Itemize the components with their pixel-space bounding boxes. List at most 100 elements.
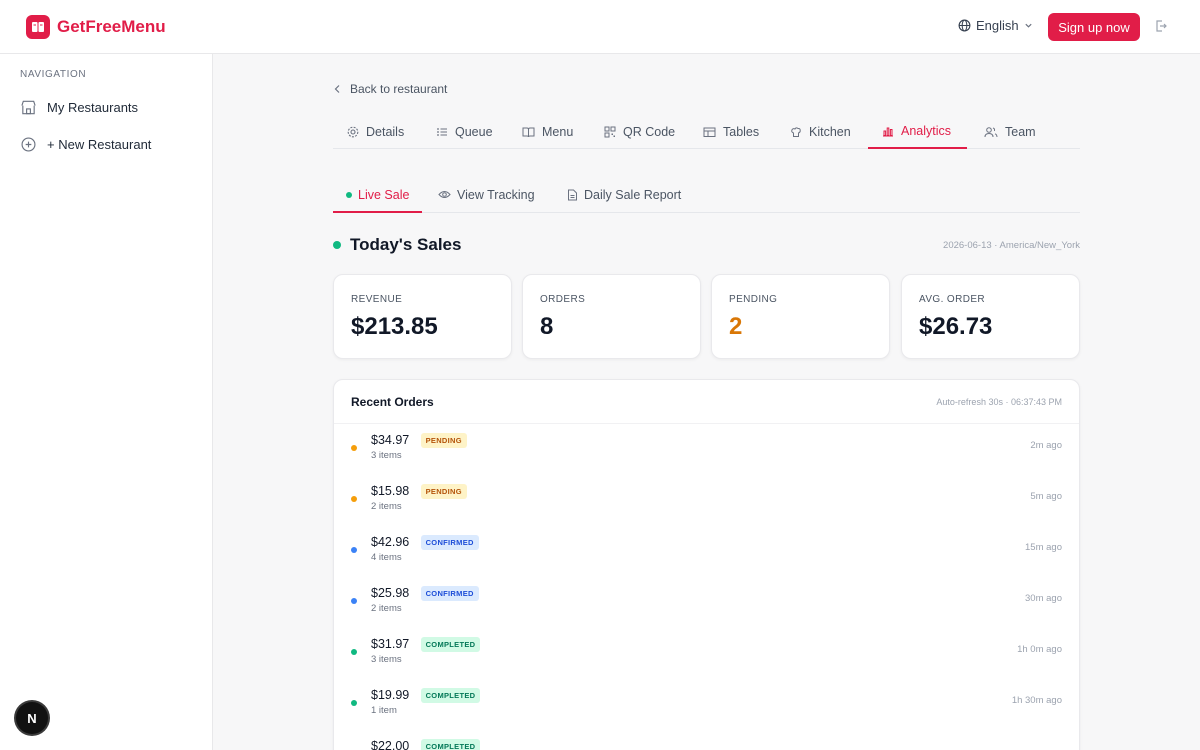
sign-up-button[interactable]: Sign up now (1048, 13, 1140, 41)
order-row[interactable]: $34.97 PENDING 3 items 2m ago (334, 424, 1079, 475)
store-icon (21, 100, 36, 115)
subtab-daily-sale-report[interactable]: Daily Sale Report (567, 176, 681, 213)
chevron-left-icon (334, 85, 340, 93)
table-icon (703, 127, 716, 137)
order-amount: $15.98 (371, 484, 410, 498)
subtab-view-tracking[interactable]: View Tracking (438, 176, 535, 213)
order-status-dot (351, 598, 357, 604)
order-item-count: 2 items (371, 603, 402, 614)
list-icon (437, 127, 447, 136)
order-amount: $31.97 (371, 637, 410, 651)
tab-menu[interactable]: Menu (522, 114, 573, 149)
order-status-badge: COMPLETED (420, 739, 481, 750)
top-bar: GetFreeMenu English Sign up now (0, 0, 1200, 54)
subtab-live-sale[interactable]: Live Sale (333, 176, 422, 213)
order-row[interactable]: $22.00 COMPLETED (334, 730, 1079, 750)
logout-icon[interactable] (1154, 19, 1168, 38)
tab-label: Menu (542, 124, 574, 139)
order-amount: $19.99 (371, 688, 410, 702)
tab-label: Analytics (901, 123, 952, 138)
recent-orders-header: Recent Orders Auto-refresh 30s · 06:37:4… (334, 380, 1079, 424)
stat-value: $213.85 (351, 313, 438, 340)
users-icon (984, 126, 998, 137)
order-row[interactable]: $25.98 CONFIRMED 2 items 30m ago (334, 577, 1079, 628)
order-row[interactable]: $42.96 CONFIRMED 4 items 15m ago (334, 526, 1079, 577)
order-time-ago: 15m ago (1025, 542, 1062, 553)
back-link[interactable]: Back to restaurant (333, 82, 447, 96)
stat-label: REVENUE (351, 294, 403, 305)
tab-label: Team (1005, 124, 1036, 139)
order-status-badge: PENDING (420, 484, 467, 499)
recent-orders-panel: Recent Orders Auto-refresh 30s · 06:37:4… (333, 379, 1080, 750)
order-item-count: 3 items (371, 654, 402, 665)
tab-label: Tables (723, 124, 760, 139)
subtab-label: Daily Sale Report (584, 187, 682, 202)
back-label: Back to restaurant (350, 82, 448, 96)
order-status-dot (351, 649, 357, 655)
order-amount: $22.00 (371, 739, 410, 750)
tab-kitchen[interactable]: Kitchen (790, 114, 851, 149)
order-status-dot (351, 445, 357, 451)
order-time-ago: 2m ago (1030, 440, 1062, 451)
nav-heading: NAVIGATION (20, 69, 87, 80)
bar-chart-icon (883, 127, 893, 136)
tab-label: Kitchen (809, 124, 851, 139)
order-row[interactable]: $31.97 COMPLETED 3 items 1h 0m ago (334, 628, 1079, 679)
stat-value: $26.73 (919, 313, 993, 340)
stat-label: ORDERS (540, 294, 586, 305)
order-status-dot (351, 496, 357, 502)
language-label: English (976, 18, 1019, 33)
menu-book-icon (26, 15, 50, 39)
order-time-ago: 1h 30m ago (1011, 695, 1062, 706)
stat-card-orders: ORDERS 8 (522, 274, 701, 359)
tab-label: QR Code (623, 124, 676, 139)
sales-section-header: Today's Sales (333, 235, 461, 255)
order-status-badge: PENDING (420, 433, 467, 448)
eye-icon (438, 191, 451, 198)
gear-icon (347, 126, 359, 137)
stat-card-revenue: REVENUE $213.85 (333, 274, 512, 359)
dev-tools-badge[interactable]: N (16, 702, 48, 734)
stats-row: REVENUE $213.85 ORDERS 8 PENDING 2 AVG. … (333, 274, 1080, 359)
order-item-count: 1 item (371, 705, 397, 716)
tab-tables[interactable]: Tables (703, 114, 759, 149)
tab-label: Queue (455, 124, 493, 139)
stat-card-avg-order: AVG. ORDER $26.73 (901, 274, 1080, 359)
qr-icon (604, 126, 616, 137)
tab-details[interactable]: Details (347, 114, 404, 149)
tab-team[interactable]: Team (984, 114, 1036, 149)
order-time-ago: 30m ago (1025, 593, 1062, 604)
live-indicator-dot (346, 191, 352, 198)
order-time-ago: 5m ago (1030, 491, 1062, 502)
order-row[interactable]: $19.99 COMPLETED 1 item 1h 30m ago (334, 679, 1079, 730)
sidebar-item-my-restaurants[interactable]: My Restaurants (20, 99, 138, 116)
sidebar-item-label: My Restaurants (47, 100, 139, 115)
page-title: Today's Sales (350, 235, 462, 254)
file-icon (568, 189, 577, 200)
order-time-ago: 1h 0m ago (1017, 644, 1062, 655)
chevron-down-icon (1025, 23, 1032, 28)
live-status-dot (333, 241, 341, 249)
stat-value: 2 (729, 313, 743, 340)
language-selector[interactable]: English (958, 18, 1033, 33)
sidebar-item-new-restaurant[interactable]: + New Restaurant (20, 136, 151, 153)
sales-date-timezone: 2026-06-13 · America/New_York (943, 240, 1080, 251)
stat-card-pending: PENDING 2 (711, 274, 890, 359)
stat-label: PENDING (729, 294, 778, 305)
order-row[interactable]: $15.98 PENDING 2 items 5m ago (334, 475, 1079, 526)
globe-icon (958, 19, 971, 32)
tab-qr-code[interactable]: QR Code (604, 114, 675, 149)
tab-queue[interactable]: Queue (436, 114, 493, 149)
subtab-label: Live Sale (358, 187, 410, 202)
order-amount: $42.96 (371, 535, 410, 549)
order-status-dot (351, 547, 357, 553)
sub-tab-bar: Live Sale View Tracking Daily Sale Repor… (333, 176, 1080, 213)
sidebar: NAVIGATION My Restaurants + New Restaura… (0, 54, 213, 750)
brand[interactable]: GetFreeMenu (26, 15, 166, 39)
order-amount: $25.98 (371, 586, 410, 600)
brand-name: GetFreeMenu (57, 17, 166, 36)
recent-orders-title: Recent Orders (351, 395, 434, 409)
order-item-count: 4 items (371, 552, 402, 563)
tab-analytics[interactable]: Analytics (868, 114, 967, 149)
subtab-label: View Tracking (457, 187, 535, 202)
